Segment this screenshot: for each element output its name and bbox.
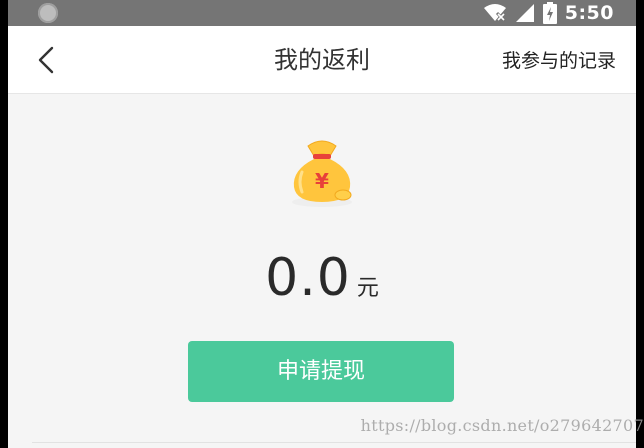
- signal-icon: [515, 4, 534, 22]
- amount-value: 0.0: [265, 248, 351, 308]
- watermark: https://blog.csdn.net/o279642707: [360, 416, 644, 435]
- status-time: 5:50: [564, 2, 614, 24]
- battery-charging-icon: [542, 2, 557, 24]
- app-screen: 5:50 我的返利 我参与的记录 ¥ 0.0 元 申请提现: [8, 0, 636, 448]
- records-link[interactable]: 我参与的记录: [502, 48, 616, 74]
- notification-dot-icon: [38, 3, 58, 23]
- withdraw-button[interactable]: 申请提现: [188, 341, 454, 402]
- status-icons: 5:50: [483, 0, 614, 26]
- money-bag-icon: ¥: [292, 140, 352, 207]
- status-bar: 5:50: [8, 0, 636, 26]
- title-bar: 我的返利 我参与的记录: [8, 26, 636, 94]
- divider: [32, 442, 636, 443]
- device-frame: 5:50 我的返利 我参与的记录 ¥ 0.0 元 申请提现 https://bl…: [0, 0, 644, 448]
- amount-unit: 元: [356, 276, 379, 301]
- wifi-off-icon: [483, 4, 506, 23]
- rebate-amount: 0.0 元: [8, 246, 636, 310]
- bag-currency-symbol: ¥: [315, 169, 329, 193]
